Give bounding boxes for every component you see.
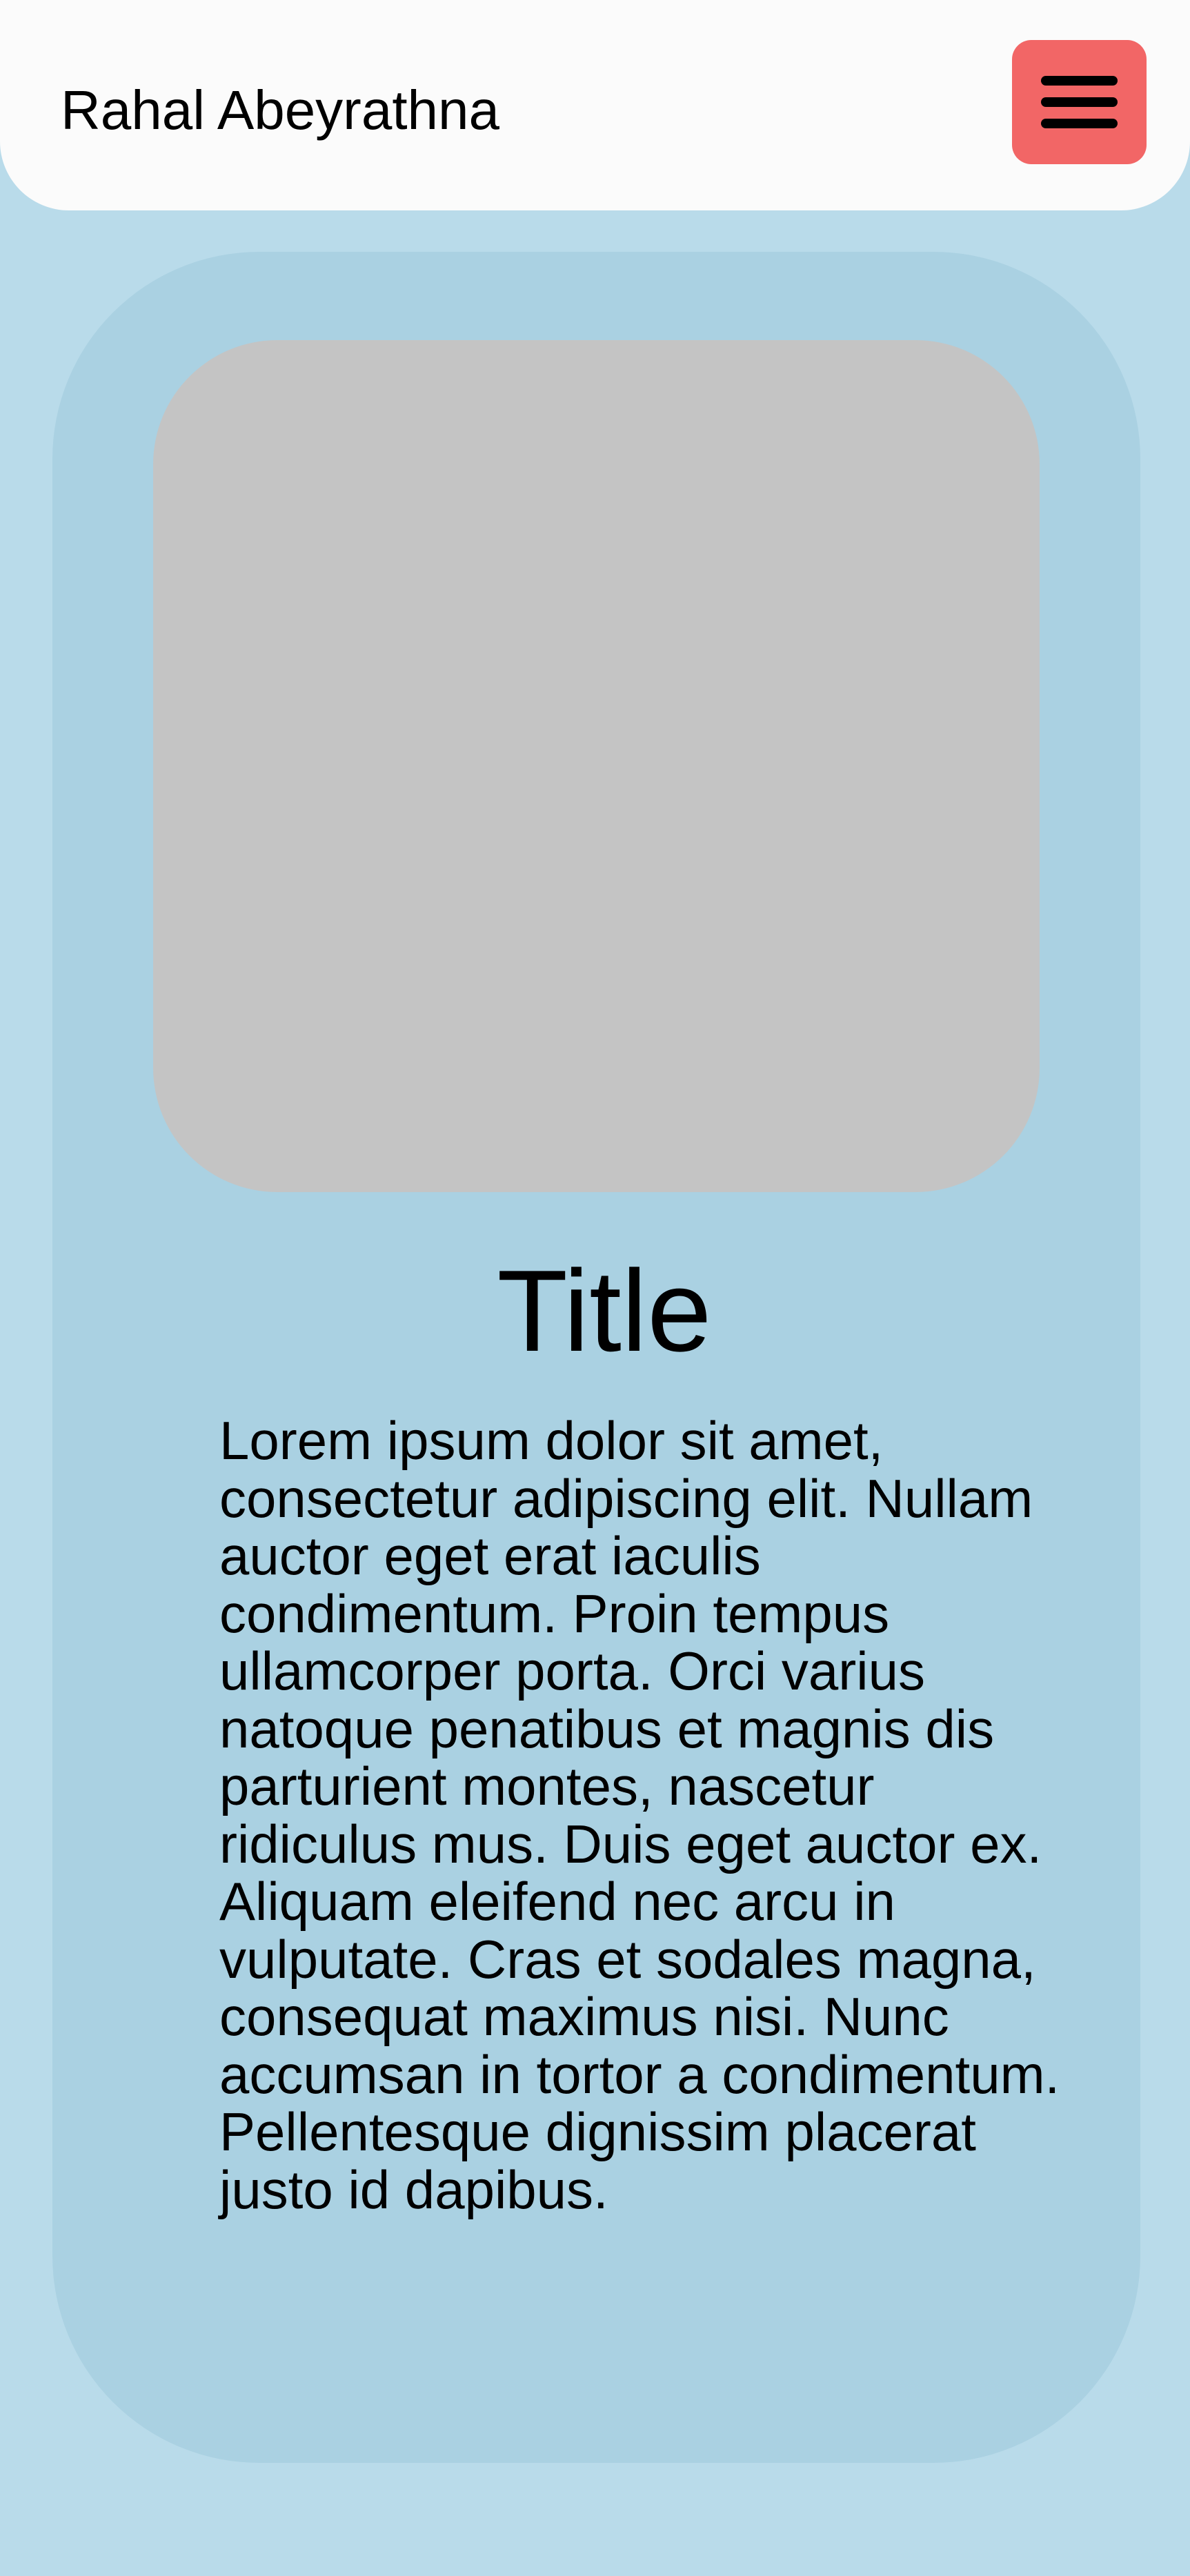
menu-icon-line (1041, 76, 1118, 86)
card-title: Title (497, 1246, 712, 1376)
site-name: Rahal Abeyrathna (61, 79, 500, 141)
hamburger-menu-icon (1041, 73, 1118, 131)
menu-button[interactable] (1012, 40, 1147, 164)
content-card: Title Lorem ipsum dolor sit amet, consec… (52, 252, 1140, 2463)
menu-icon-line (1041, 97, 1118, 107)
image-placeholder (153, 340, 1040, 1192)
menu-icon-line (1041, 119, 1118, 128)
top-header: Rahal Abeyrathna (0, 0, 1190, 210)
card-body-text: Lorem ipsum dolor sit amet, consectetur … (219, 1410, 1060, 2220)
